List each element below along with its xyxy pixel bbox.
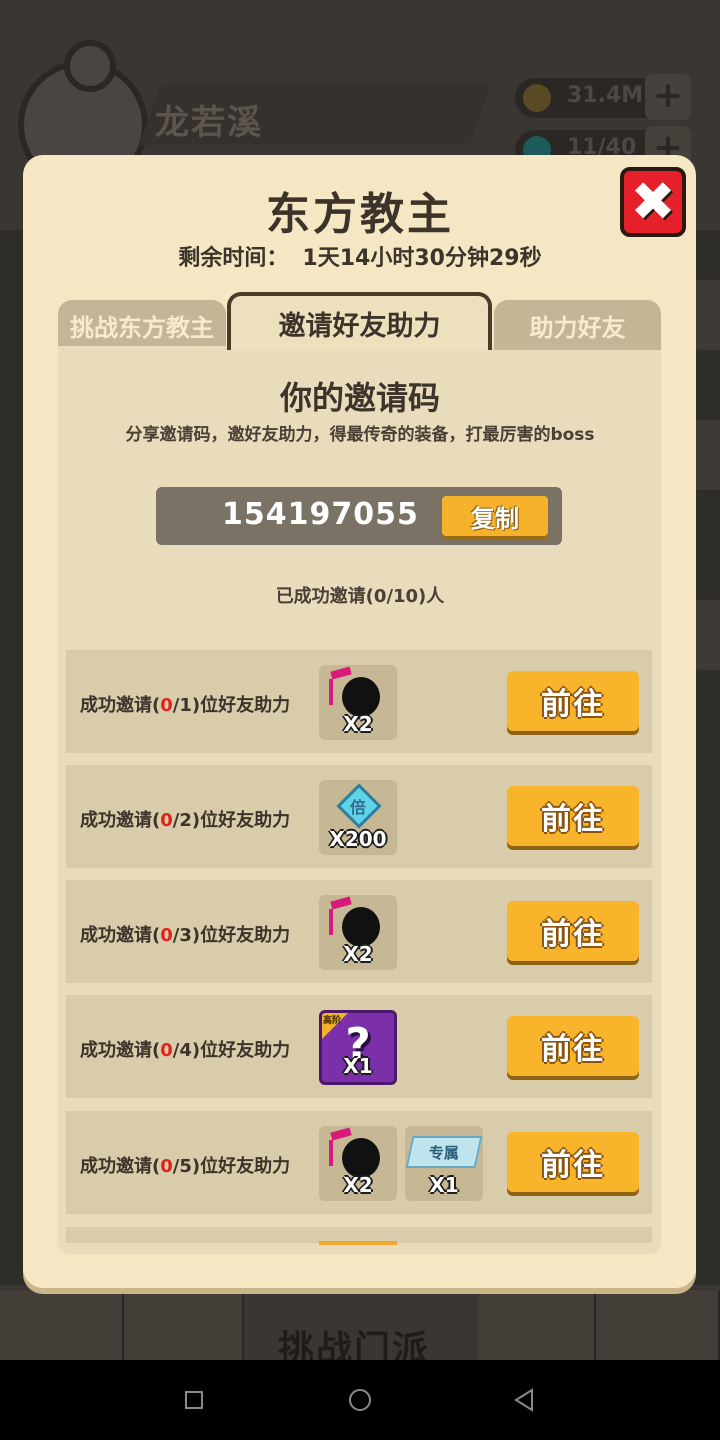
ninja-icon: X2: [319, 1126, 397, 1201]
circle-icon: [349, 1389, 371, 1411]
square-icon: [185, 1391, 203, 1409]
tab-help-friends[interactable]: 助力好友: [494, 300, 661, 350]
condition-prefix: 成功邀请(: [80, 1040, 161, 1061]
condition-progress: 0: [160, 695, 173, 716]
invited-count: 已成功邀请(0/10)人: [275, 586, 445, 607]
go-button[interactable]: 前往: [507, 901, 639, 961]
ninja-head: [342, 907, 380, 947]
copy-code-button[interactable]: 复制: [442, 496, 548, 536]
mystery-box-icon: 高阶 ? X1: [319, 1010, 397, 1085]
condition-progress: 0: [160, 810, 173, 831]
ninja-headband: [330, 1127, 352, 1141]
condition-suffix: /4)位好友助力: [172, 1040, 291, 1061]
ninja-head: [342, 1138, 380, 1178]
bottom-menu-cultivate: [124, 1290, 244, 1370]
ninja-headband-tail: [329, 679, 333, 705]
tab-invite-friends[interactable]: 邀请好友助力: [227, 292, 492, 350]
remaining-time-label: 剩余时间：: [178, 246, 289, 271]
condition-prefix: 成功邀请(: [80, 1156, 161, 1177]
coin-resource: 31.4M +: [515, 74, 691, 120]
condition-prefix: 成功邀请(: [80, 810, 161, 831]
reward-item-partial: [319, 1241, 397, 1245]
reward-row: 成功邀请(0/4)位好友助力 高阶 ? X1 前往: [66, 995, 652, 1098]
invite-code-value: 154197055: [222, 497, 419, 532]
reward-quantity: X2: [343, 712, 373, 736]
reward-condition: 成功邀请(0/3)位好友助力: [80, 921, 290, 947]
reward-quantity: X1: [429, 1173, 459, 1197]
ninja-headband: [330, 896, 352, 910]
home-button[interactable]: [342, 1382, 378, 1418]
exclusive-tag: 专属: [428, 1143, 459, 1162]
go-button[interactable]: 前往: [507, 1132, 639, 1192]
go-button[interactable]: 前往: [507, 1016, 639, 1076]
condition-progress: 0: [160, 925, 173, 946]
reward-quantity: X200: [329, 827, 387, 851]
remaining-time: 剩余时间： 1天14小时30分钟29秒: [0, 240, 720, 272]
tab-challenge-leader[interactable]: 挑战东方教主: [58, 300, 226, 350]
reward-row: 成功邀请(0/1)位好友助力 X2 前往: [66, 650, 652, 753]
exclusive-badge-icon: 专属 X1: [405, 1126, 483, 1201]
back-button[interactable]: [506, 1382, 542, 1418]
modal-title: 东方教主: [266, 189, 454, 240]
coin-icon: [523, 84, 551, 112]
side-widget: [694, 280, 720, 350]
coin-value: 31.4M: [567, 83, 644, 108]
condition-progress: 0: [160, 1156, 173, 1177]
multiplier-gem-icon: 倍 X200: [319, 780, 397, 855]
condition-prefix: 成功邀请(: [80, 925, 161, 946]
invite-code-title: 你的邀请码: [279, 379, 440, 417]
bottom-menu-task: [0, 1290, 124, 1370]
condition-suffix: /1)位好友助力: [172, 695, 291, 716]
reward-row: 成功邀请(0/2)位好友助力 倍 X200 前往: [66, 765, 652, 868]
back-triangle-icon: [514, 1388, 533, 1412]
condition-progress: 0: [160, 1040, 173, 1061]
reward-quantity: X1: [343, 1054, 373, 1078]
ninja-headband-tail: [329, 1140, 333, 1166]
ninja-headband: [330, 666, 352, 680]
exclusive-badge: 专属: [405, 1136, 483, 1168]
recent-apps-button[interactable]: [176, 1382, 212, 1418]
reward-quantity: X2: [343, 1173, 373, 1197]
go-button[interactable]: 前往: [507, 671, 639, 731]
reward-row: 成功邀请(0/3)位好友助力 X2 前往: [66, 880, 652, 983]
remaining-time-value: 1天14小时30分钟29秒: [302, 246, 542, 271]
go-button[interactable]: 前往: [507, 786, 639, 846]
reward-condition: 成功邀请(0/2)位好友助力: [80, 806, 290, 832]
reward-quantity: X2: [343, 942, 373, 966]
bottom-menu-item: [478, 1290, 596, 1370]
gem-glyph: 倍: [349, 798, 366, 817]
ninja-icon: X2: [319, 665, 397, 740]
bottom-menu-collect: [596, 1290, 720, 1370]
ninja-icon: X2: [319, 895, 397, 970]
condition-prefix: 成功邀请(: [80, 695, 161, 716]
close-icon: ✖: [630, 170, 676, 233]
side-widget: [694, 600, 720, 670]
add-coin-button: +: [645, 74, 691, 120]
condition-suffix: /2)位好友助力: [172, 810, 291, 831]
reward-row: 成功邀请(0/5)位好友助力 X2 专属 X1 前往: [66, 1111, 652, 1214]
condition-suffix: /5)位好友助力: [172, 1156, 291, 1177]
reward-row-partial: [66, 1227, 652, 1245]
system-navigation-bar: [0, 1360, 720, 1440]
condition-suffix: /3)位好友助力: [172, 925, 291, 946]
reward-condition: 成功邀请(0/5)位好友助力: [80, 1152, 290, 1178]
close-button[interactable]: ✖: [620, 167, 686, 237]
reward-condition: 成功邀请(0/1)位好友助力: [80, 691, 290, 717]
player-name: 龙若溪: [155, 103, 263, 143]
ninja-head: [342, 677, 380, 717]
invite-code-description: 分享邀请码，邀好友助力，得最传奇的装备，打最厉害的boss: [125, 425, 595, 445]
ninja-headband-tail: [329, 909, 333, 935]
reward-condition: 成功邀请(0/4)位好友助力: [80, 1036, 290, 1062]
